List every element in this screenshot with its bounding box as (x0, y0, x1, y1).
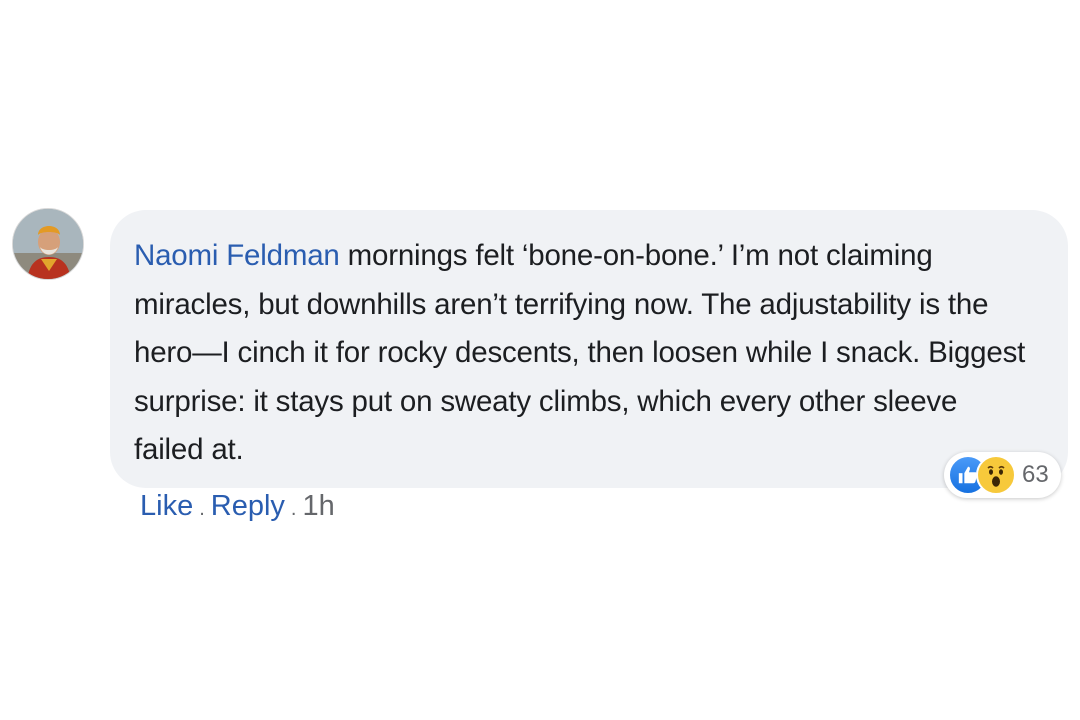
reaction-count: 63 (1022, 461, 1049, 488)
comment-text: mornings felt ‘bone-on-bone.’ I’m not cl… (134, 239, 1026, 466)
comment-body: Naomi Feldman mornings felt ‘bone-on-bone… (134, 232, 1028, 475)
wow-icon (976, 455, 1016, 495)
like-button[interactable]: Like (140, 490, 193, 523)
action-separator: . (290, 498, 297, 520)
comment-bubble: Naomi Feldman mornings felt ‘bone-on-bone… (110, 210, 1068, 488)
timestamp[interactable]: 1h (302, 490, 334, 523)
comment-page: Naomi Feldman mornings felt ‘bone-on-bone… (0, 0, 1080, 720)
reply-button[interactable]: Reply (211, 490, 285, 523)
avatar[interactable] (12, 208, 84, 280)
avatar-image (13, 209, 83, 279)
author-name-link[interactable]: Naomi Feldman (134, 239, 340, 272)
comment-actions: Like . Reply . 1h (140, 490, 335, 523)
reactions-summary[interactable]: 63 (944, 452, 1061, 498)
action-separator: . (199, 498, 205, 520)
